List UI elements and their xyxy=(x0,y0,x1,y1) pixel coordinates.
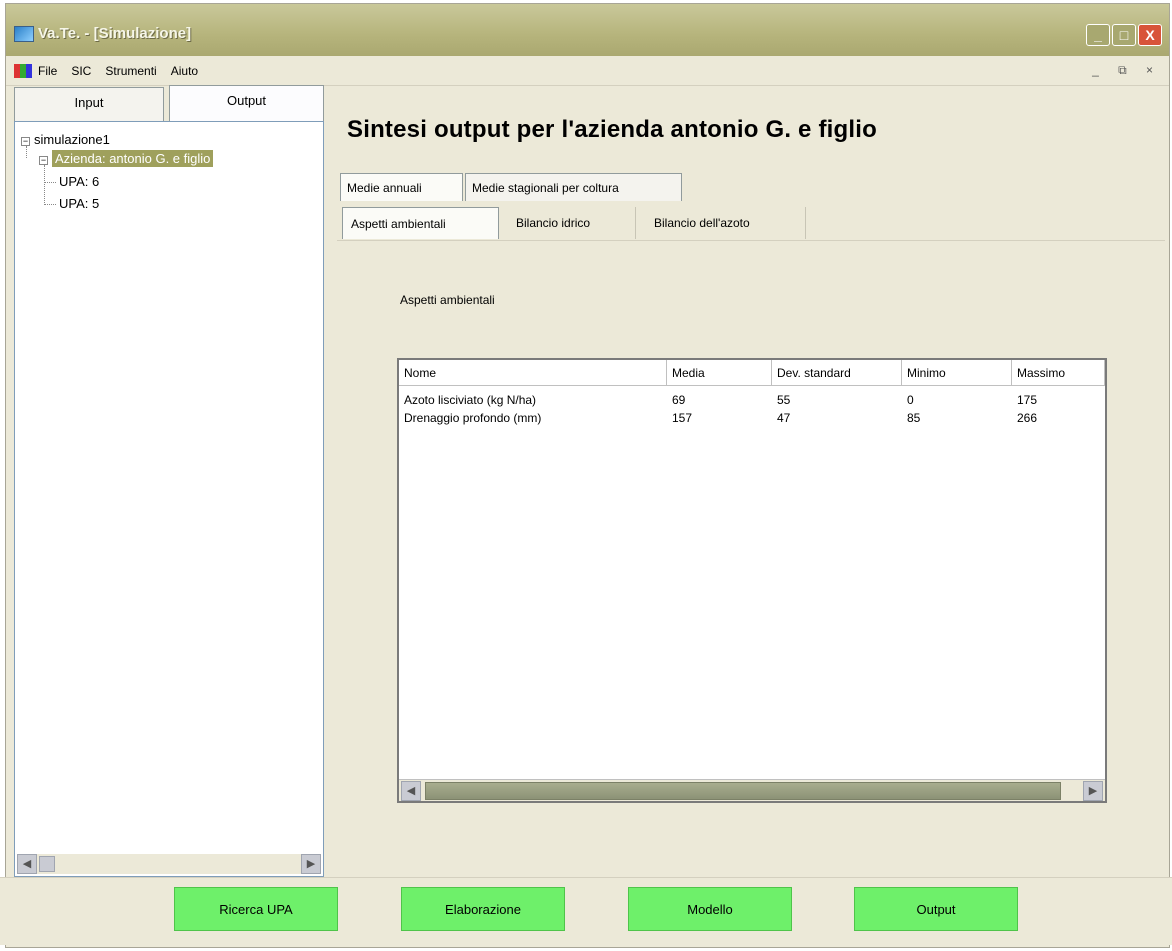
document-icon[interactable] xyxy=(14,63,32,78)
cell-dev-standard: 47 xyxy=(777,411,791,425)
left-tab-strip: Input Output xyxy=(14,85,324,121)
tab-output[interactable]: Output xyxy=(169,85,324,121)
scroll-right-icon[interactable]: ▶ xyxy=(301,854,321,874)
mdi-window-controls[interactable]: _ ⧉ × xyxy=(1092,63,1161,78)
menu-file[interactable]: File xyxy=(38,64,57,78)
cell-nome: Azoto lisciviato (kg N/ha) xyxy=(404,393,537,407)
tree-connector xyxy=(44,204,56,205)
tree-label-company: Azienda: antonio G. e figlio xyxy=(52,150,214,167)
table-header: Nome Media Dev. standard Minimo Massimo xyxy=(399,360,1105,386)
cell-minimo: 0 xyxy=(907,393,914,407)
maximize-button[interactable]: □ xyxy=(1112,24,1136,46)
cell-massimo: 266 xyxy=(1017,411,1038,425)
cell-media: 157 xyxy=(672,411,693,425)
close-button[interactable]: X xyxy=(1138,24,1162,46)
cell-media: 69 xyxy=(672,393,686,407)
menu-bar: File SIC Strumenti Aiuto _ ⧉ × xyxy=(6,56,1169,86)
tree-connector xyxy=(44,165,45,205)
tree-horizontal-scrollbar[interactable]: ◀ ▶ xyxy=(17,854,321,874)
collapse-icon[interactable]: − xyxy=(39,156,48,165)
ricerca-upa-button[interactable]: Ricerca UPA xyxy=(174,887,338,931)
menu-strumenti[interactable]: Strumenti xyxy=(105,64,156,78)
scroll-thumb[interactable] xyxy=(39,856,55,872)
scroll-right-icon[interactable]: ▶ xyxy=(1083,781,1103,801)
navigation-panel: Input Output − simulazione1 − Azienda: ant… xyxy=(14,85,324,877)
cell-dev-standard: 55 xyxy=(777,393,791,407)
collapse-icon[interactable]: − xyxy=(21,137,30,146)
tab-bilancio-idrico[interactable]: Bilancio idrico xyxy=(508,207,636,239)
tree-connector xyxy=(44,182,56,183)
section-label: Aspetti ambientali xyxy=(400,293,495,307)
tree-label-simulation: simulazione1 xyxy=(34,132,110,147)
tab-aspetti-ambientali[interactable]: Aspetti ambientali xyxy=(342,207,499,239)
scroll-thumb[interactable] xyxy=(425,782,1061,800)
menu-aiuto[interactable]: Aiuto xyxy=(171,64,198,78)
output-button[interactable]: Output xyxy=(854,887,1018,931)
cell-nome: Drenaggio profondo (mm) xyxy=(404,411,542,425)
column-header-minimo[interactable]: Minimo xyxy=(902,360,1012,386)
column-header-massimo[interactable]: Massimo xyxy=(1012,360,1105,386)
column-header-media[interactable]: Media xyxy=(667,360,772,386)
menu-sic[interactable]: SIC xyxy=(71,64,91,78)
minimize-button[interactable]: _ xyxy=(1086,24,1110,46)
tab-input[interactable]: Input xyxy=(14,87,164,121)
tab-bilancio-azoto[interactable]: Bilancio dell'azoto xyxy=(646,207,806,239)
tree-node-upa[interactable]: UPA: 6 xyxy=(59,174,99,189)
table-horizontal-scrollbar[interactable]: ◀ ▶ xyxy=(399,779,1105,801)
tab-medie-annuali[interactable]: Medie annuali xyxy=(340,173,463,201)
column-header-nome[interactable]: Nome xyxy=(399,360,667,386)
window-title: Va.Te. - [Simulazione] xyxy=(38,25,192,42)
tree-connector xyxy=(26,146,27,158)
tab-medie-stagionali[interactable]: Medie stagionali per coltura xyxy=(465,173,682,201)
tree-node-simulation[interactable]: − simulazione1 xyxy=(21,132,110,147)
results-table: Nome Media Dev. standard Minimo Massimo … xyxy=(397,358,1107,803)
column-header-dev-standard[interactable]: Dev. standard xyxy=(772,360,902,386)
elaborazione-button[interactable]: Elaborazione xyxy=(401,887,565,931)
page-title: Sintesi output per l'azienda antonio G. … xyxy=(347,116,877,143)
scroll-left-icon[interactable]: ◀ xyxy=(401,781,421,801)
scroll-left-icon[interactable]: ◀ xyxy=(17,854,37,874)
cell-minimo: 85 xyxy=(907,411,921,425)
app-icon xyxy=(14,26,34,42)
title-bar[interactable]: Va.Te. - [Simulazione] _ □ X xyxy=(6,4,1169,56)
simulation-tree: − simulazione1 − Azienda: antonio G. e fig… xyxy=(14,121,324,877)
tree-node-company[interactable]: − Azienda: antonio G. e figlio xyxy=(39,150,214,167)
cell-massimo: 175 xyxy=(1017,393,1038,407)
tree-node-upa[interactable]: UPA: 5 xyxy=(59,196,99,211)
modello-button[interactable]: Modello xyxy=(628,887,792,931)
